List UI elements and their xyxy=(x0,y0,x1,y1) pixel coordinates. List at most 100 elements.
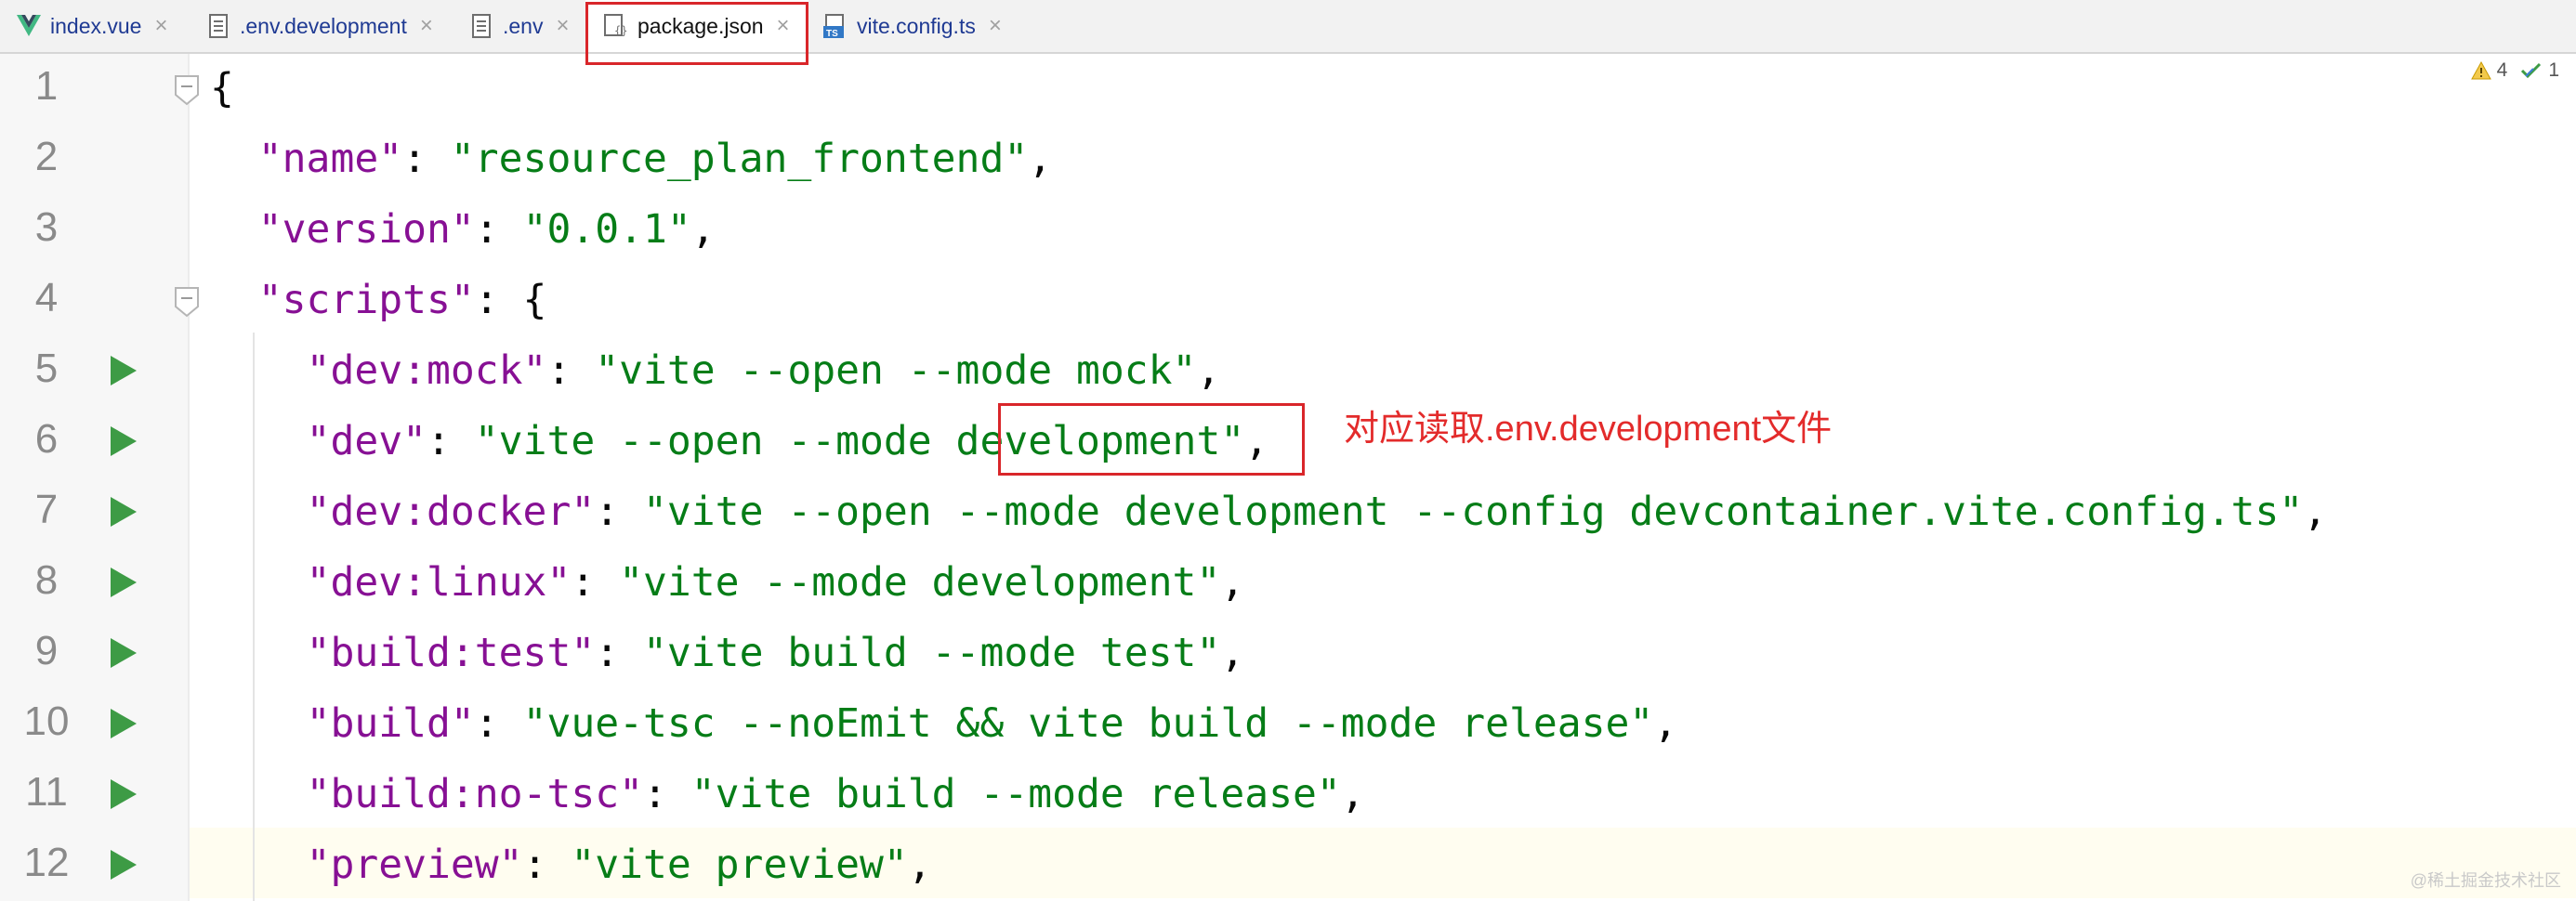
tab-label: .env.development xyxy=(240,13,407,38)
check-icon xyxy=(2521,62,2542,79)
json-punctuation xyxy=(210,277,258,323)
vue-file-icon xyxy=(17,13,41,39)
json-punctuation xyxy=(210,842,307,888)
json-key: "build:test" xyxy=(306,630,596,676)
tab-vite-config-ts[interactable]: TS vite.config.ts × xyxy=(823,0,1002,52)
code-line[interactable]: "name": "resource_plan_frontend", xyxy=(210,136,1052,182)
code-line[interactable]: "dev:docker": "vite --open --mode develo… xyxy=(210,489,2328,535)
text-file-icon xyxy=(206,13,230,39)
warning-icon xyxy=(2470,61,2491,80)
json-punctuation xyxy=(210,771,307,817)
json-string: "vite --open --mode development --config… xyxy=(643,489,2304,535)
tab-index-vue[interactable]: index.vue × xyxy=(17,0,167,52)
run-script-icon[interactable] xyxy=(111,497,137,527)
json-key: "build:no-tsc" xyxy=(306,771,643,817)
run-script-icon[interactable] xyxy=(111,779,137,809)
json-punctuation: : xyxy=(595,630,644,676)
json-punctuation: : { xyxy=(474,277,547,323)
code-line[interactable]: "version": "0.0.1", xyxy=(210,206,716,253)
code-line[interactable]: "dev:mock": "vite --open --mode mock", xyxy=(210,347,1221,394)
line-number: 8 xyxy=(34,557,59,603)
json-key: "version" xyxy=(257,206,475,253)
gutter-divider xyxy=(188,54,190,901)
code-line[interactable]: "scripts": { xyxy=(210,277,547,323)
json-punctuation: : xyxy=(571,559,620,606)
line-number: 4 xyxy=(34,275,59,320)
close-icon[interactable]: × xyxy=(420,13,433,39)
fold-icon[interactable] xyxy=(174,286,200,318)
close-icon[interactable]: × xyxy=(989,13,1002,39)
editor-tab-bar: index.vue × .env.development × .env × {}… xyxy=(0,0,2576,54)
text-file-icon xyxy=(469,13,493,39)
inspection-widget[interactable]: 4 1 xyxy=(2470,59,2559,82)
line-number: 3 xyxy=(34,204,59,250)
fold-icon[interactable] xyxy=(174,74,200,106)
code-line[interactable]: "build:test": "vite build --mode test", xyxy=(210,630,1245,676)
line-number: 2 xyxy=(34,134,59,179)
json-punctuation xyxy=(210,136,258,182)
tab-label: .env xyxy=(503,13,544,38)
json-string: "vite build --mode release" xyxy=(690,771,1341,817)
line-number: 12 xyxy=(23,840,70,885)
json-punctuation xyxy=(210,559,307,606)
json-punctuation: : xyxy=(474,700,523,747)
tab-env-development[interactable]: .env.development × xyxy=(206,0,433,52)
json-key: "build" xyxy=(306,700,475,747)
json-punctuation: , xyxy=(907,842,932,888)
code-line[interactable]: { xyxy=(210,65,234,111)
run-script-icon[interactable] xyxy=(111,638,137,668)
close-icon[interactable]: × xyxy=(556,13,569,39)
line-number: 1 xyxy=(34,63,59,109)
run-script-icon[interactable] xyxy=(111,709,137,738)
json-punctuation: : xyxy=(402,136,451,182)
close-icon[interactable]: × xyxy=(154,13,167,39)
line-number: 10 xyxy=(23,699,70,744)
json-punctuation: : xyxy=(474,206,523,253)
json-key: "dev:mock" xyxy=(306,347,547,394)
json-punctuation xyxy=(210,418,307,464)
code-line[interactable]: "build": "vue-tsc --noEmit && vite build… xyxy=(210,700,1678,747)
typescript-file-icon: TS xyxy=(823,13,848,39)
json-key: "name" xyxy=(257,136,403,182)
json-string: "vite --open --mode mock" xyxy=(595,347,1197,394)
json-punctuation: , xyxy=(690,206,716,253)
annotation-text: 对应读取.env.development文件 xyxy=(1344,410,1833,449)
json-punctuation: : xyxy=(595,489,644,535)
json-key: "dev" xyxy=(306,418,427,464)
line-number: 9 xyxy=(34,628,59,673)
watermark: @稀土掘金技术社区 xyxy=(2410,871,2561,890)
json-punctuation: : xyxy=(643,771,691,817)
run-script-icon[interactable] xyxy=(111,356,137,385)
json-punctuation: : xyxy=(522,842,572,888)
tab-env[interactable]: .env × xyxy=(469,0,570,52)
json-punctuation: , xyxy=(1028,136,1053,182)
code-line[interactable]: "preview": "vite preview", xyxy=(210,842,932,888)
tab-label: vite.config.ts xyxy=(857,13,976,38)
development-highlight-box xyxy=(998,403,1305,476)
code-line[interactable]: "dev:linux": "vite --mode development", xyxy=(210,559,1245,606)
json-punctuation: , xyxy=(1340,771,1365,817)
json-punctuation: , xyxy=(2303,489,2328,535)
json-punctuation: : xyxy=(427,418,475,464)
json-punctuation xyxy=(210,700,307,747)
json-string: "0.0.1" xyxy=(522,206,691,253)
run-script-icon[interactable] xyxy=(111,426,137,456)
json-key: "scripts" xyxy=(257,277,475,323)
json-punctuation: : xyxy=(546,347,596,394)
json-punctuation xyxy=(210,630,307,676)
run-script-icon[interactable] xyxy=(111,850,137,880)
json-key: "dev:linux" xyxy=(306,559,572,606)
warning-count: 4 xyxy=(2496,59,2508,81)
json-punctuation: , xyxy=(1220,630,1245,676)
json-string: "vite build --mode test" xyxy=(643,630,1221,676)
json-punctuation: { xyxy=(210,65,234,111)
line-number: 11 xyxy=(25,769,68,815)
json-string: "vite --mode development" xyxy=(619,559,1221,606)
code-line[interactable]: "build:no-tsc": "vite build --mode relea… xyxy=(210,771,1365,817)
run-script-icon[interactable] xyxy=(111,568,137,597)
json-punctuation: , xyxy=(1653,700,1678,747)
tab-label: index.vue xyxy=(50,13,142,38)
line-number: 5 xyxy=(34,346,59,391)
json-string: "vue-tsc --noEmit && vite build --mode r… xyxy=(522,700,1654,747)
tab-highlight-box xyxy=(585,2,808,65)
